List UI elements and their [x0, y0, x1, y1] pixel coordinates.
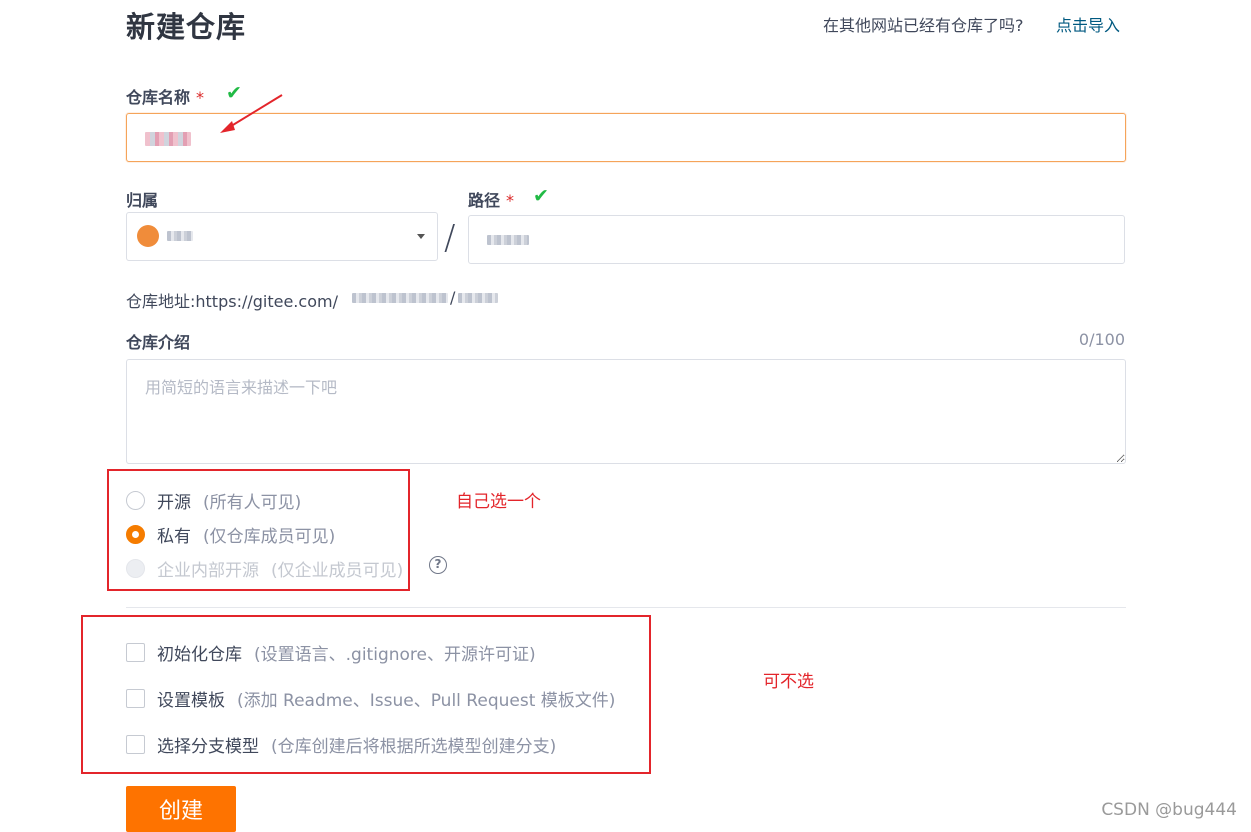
radio-button[interactable] — [126, 524, 145, 544]
checkbox-hint: (设置语言、.gitignore、开源许可证) — [254, 644, 536, 665]
avatar — [137, 225, 159, 247]
path-label-text: 路径 — [468, 191, 501, 210]
chevron-down-icon — [417, 234, 425, 239]
check-icon: ✔ — [533, 185, 549, 207]
annotation-arrow-icon — [220, 94, 283, 133]
divider — [126, 607, 1126, 608]
checkbox[interactable] — [126, 642, 145, 662]
intro-label: 仓库介绍 — [126, 333, 191, 352]
radio-hint: (仅企业成员可见) — [271, 560, 404, 581]
redacted-address-path — [458, 293, 498, 303]
radio-label: 企业内部开源 — [157, 560, 259, 581]
redacted-name — [145, 132, 191, 146]
owner-label: 归属 — [126, 191, 159, 210]
repo-address: 仓库地址:https://gitee.com/ — [126, 288, 338, 312]
checkbox-branch-model[interactable]: 选择分支模型 (仓库创建后将根据所选模型创建分支) — [126, 733, 557, 757]
redacted-path — [487, 235, 529, 245]
import-link[interactable]: 点击导入 — [1056, 12, 1120, 36]
checkbox-hint: (添加 Readme、Issue、Pull Request 模板文件) — [237, 690, 616, 711]
owner-select[interactable] — [126, 212, 438, 261]
repo-address-text: 仓库地址:https://gitee.com/ — [126, 292, 338, 311]
radio-button[interactable] — [126, 490, 145, 510]
import-question: 在其他网站已经有仓库了吗? — [823, 16, 1024, 35]
watermark: CSDN @bug444 — [1101, 800, 1237, 820]
path-input[interactable] — [468, 215, 1125, 264]
required-mark: * — [196, 88, 205, 107]
checkbox-hint: (仓库创建后将根据所选模型创建分支) — [271, 736, 557, 757]
checkbox[interactable] — [126, 688, 145, 708]
create-button[interactable]: 创建 — [126, 786, 236, 832]
annotation-note-init: 可不选 — [763, 672, 814, 692]
address-slash: / — [450, 288, 456, 307]
radio-label: 私有 — [157, 526, 191, 547]
help-icon[interactable]: ? — [429, 556, 447, 574]
path-label: 路径 * — [468, 187, 514, 211]
radio-label: 开源 — [157, 492, 191, 513]
intro-textarea[interactable] — [126, 359, 1126, 464]
radio-open-source[interactable]: 开源 (所有人可见) — [126, 489, 302, 513]
page-title: 新建仓库 — [126, 10, 247, 44]
radio-private[interactable]: 私有 (仅仓库成员可见) — [126, 523, 336, 547]
checkbox[interactable] — [126, 734, 145, 754]
radio-hint: (仅仓库成员可见) — [203, 526, 336, 547]
checkbox-init-repo[interactable]: 初始化仓库 (设置语言、.gitignore、开源许可证) — [126, 641, 536, 665]
path-separator: / — [444, 218, 456, 258]
radio-button — [126, 558, 145, 578]
annotation-note-visibility: 自己选一个 — [456, 492, 541, 512]
radio-hint: (所有人可见) — [203, 492, 302, 513]
checkbox-label: 初始化仓库 — [157, 644, 242, 665]
checkbox-label: 设置模板 — [157, 690, 225, 711]
repo-name-label: 仓库名称 * — [126, 84, 204, 108]
redacted-owner — [167, 231, 193, 241]
checkbox-label: 选择分支模型 — [157, 736, 259, 757]
required-mark: * — [506, 191, 515, 210]
checkbox-template[interactable]: 设置模板 (添加 Readme、Issue、Pull Request 模板文件) — [126, 687, 616, 711]
repo-name-label-text: 仓库名称 — [126, 88, 191, 107]
char-counter: 0/100 — [1078, 330, 1125, 349]
redacted-address-owner — [352, 293, 448, 303]
radio-enterprise: 企业内部开源 (仅企业成员可见) — [126, 557, 404, 581]
